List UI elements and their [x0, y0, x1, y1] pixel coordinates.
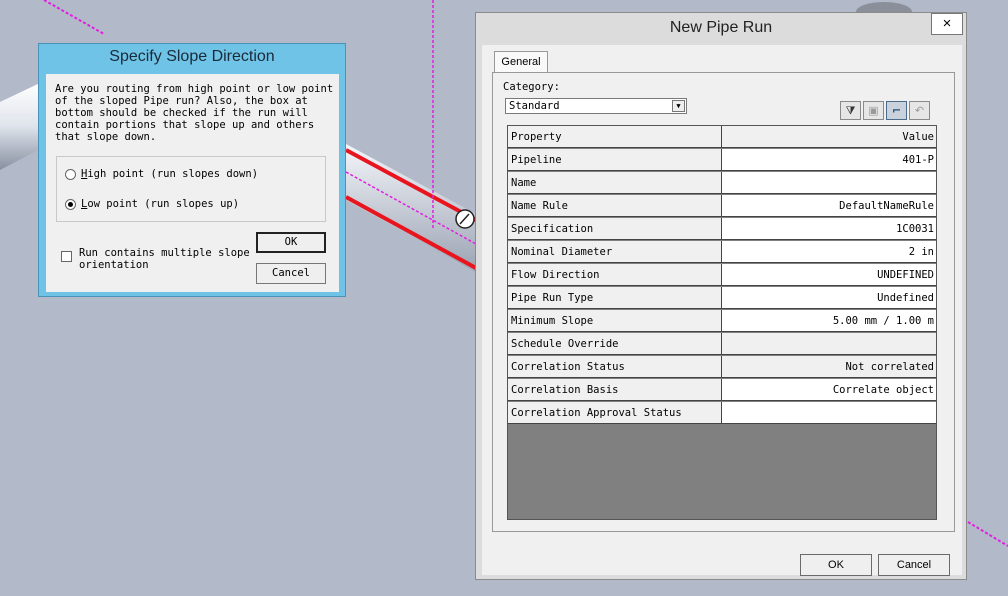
table-row[interactable]: Nominal Diameter 2 in	[508, 241, 936, 264]
property-grid: Property Value Pipeline 401-P Name Name …	[507, 125, 937, 520]
radio-label-high-point: High point (run slopes down)	[81, 168, 259, 180]
general-tab-panel: Category: Standard ▼ ⧩ ▣ ⌐ ↶ Property Va…	[492, 72, 955, 532]
table-row[interactable]: Minimum Slope 5.00 mm / 1.00 m	[508, 310, 936, 333]
dialog-title: Specify Slope Direction	[109, 48, 275, 65]
construction-line	[967, 521, 1008, 547]
pipe-segment-left	[0, 82, 42, 170]
property-name: Specification	[508, 218, 722, 240]
category-label: Category:	[503, 81, 560, 93]
undo-icon[interactable]: ↶	[909, 101, 930, 120]
radio-low-point[interactable]: Low point (run slopes up)	[65, 198, 239, 210]
dialog-client-area: General Category: Standard ▼ ⧩ ▣ ⌐ ↶ Pro…	[482, 45, 962, 576]
property-value[interactable]: 5.00 mm / 1.00 m	[722, 310, 936, 332]
slope-direction-dialog: Specify Slope Direction Are you routing …	[38, 43, 346, 297]
property-value[interactable]: Correlate object	[722, 379, 936, 401]
cancel-button[interactable]: Cancel	[256, 263, 326, 284]
property-value[interactable]: Not correlated	[722, 356, 936, 378]
property-name: Flow Direction	[508, 264, 722, 286]
close-icon[interactable]: ×	[931, 13, 963, 35]
cancel-button[interactable]: Cancel	[878, 554, 950, 576]
property-value[interactable]: 2 in	[722, 241, 936, 263]
table-row[interactable]: Pipe Run Type Undefined	[508, 287, 936, 310]
column-header-value: Value	[722, 126, 936, 148]
grid-header-row: Property Value	[508, 126, 936, 149]
table-row[interactable]: Pipeline 401-P	[508, 149, 936, 172]
property-name: Pipe Run Type	[508, 287, 722, 309]
checkbox-icon[interactable]	[61, 251, 72, 262]
radio-high-point[interactable]: High point (run slopes down)	[65, 168, 258, 180]
property-name: Pipeline	[508, 149, 722, 171]
property-value[interactable]	[722, 333, 936, 355]
multiple-slope-checkbox-row[interactable]: Run contains multiple slope orientation	[61, 247, 250, 271]
column-header-property: Property	[508, 126, 722, 148]
property-value[interactable]: 401-P	[722, 149, 936, 171]
table-row[interactable]: Correlation Basis Correlate object	[508, 379, 936, 402]
radio-button-icon[interactable]	[65, 168, 76, 180]
property-name: Correlation Approval Status	[508, 402, 722, 424]
table-row[interactable]: Name Rule DefaultNameRule	[508, 195, 936, 218]
property-value[interactable]	[722, 172, 936, 194]
property-name: Correlation Basis	[508, 379, 722, 401]
table-row[interactable]: Flow Direction UNDEFINED	[508, 264, 936, 287]
property-value[interactable]	[722, 402, 936, 424]
category-dropdown[interactable]: Standard ▼	[505, 98, 687, 114]
ok-button[interactable]: OK	[256, 232, 326, 253]
property-name: Name	[508, 172, 722, 194]
new-pipe-run-dialog: New Pipe Run × General Category: Standar…	[475, 12, 967, 580]
checkbox-label: Run contains multiple slope orientation	[79, 247, 250, 271]
table-row[interactable]: Correlation Status Not correlated	[508, 356, 936, 379]
dialog-body: Are you routing from high point or low p…	[46, 74, 339, 292]
dialog-title: New Pipe Run	[669, 19, 773, 36]
filter-icon[interactable]: ⧩	[840, 101, 861, 120]
ok-button[interactable]: OK	[800, 554, 872, 576]
property-value[interactable]: DefaultNameRule	[722, 195, 936, 217]
dialog-message: Are you routing from high point or low p…	[55, 83, 334, 143]
category-value: Standard	[509, 100, 560, 112]
table-row[interactable]: Schedule Override	[508, 333, 936, 356]
radio-button-selected-icon[interactable]	[65, 198, 76, 210]
radio-label-low-point: Low point (run slopes up)	[81, 198, 240, 210]
dropdown-arrow-icon[interactable]: ▼	[672, 100, 685, 112]
pipe-icon[interactable]: ⌐	[886, 101, 907, 120]
property-value[interactable]: Undefined	[722, 287, 936, 309]
property-name: Name Rule	[508, 195, 722, 217]
folder-icon[interactable]: ▣	[863, 101, 884, 120]
table-row[interactable]: Correlation Approval Status	[508, 402, 936, 425]
property-name: Nominal Diameter	[508, 241, 722, 263]
property-name: Schedule Override	[508, 333, 722, 355]
slope-option-group: High point (run slopes down) Low point (…	[56, 156, 326, 222]
property-name: Correlation Status	[508, 356, 722, 378]
property-value[interactable]: UNDEFINED	[722, 264, 936, 286]
tab-general[interactable]: General	[494, 51, 548, 72]
property-name: Minimum Slope	[508, 310, 722, 332]
table-row[interactable]: Name	[508, 172, 936, 195]
table-row[interactable]: Specification 1C0031	[508, 218, 936, 241]
property-value[interactable]: 1C0031	[722, 218, 936, 240]
construction-line	[43, 0, 105, 35]
